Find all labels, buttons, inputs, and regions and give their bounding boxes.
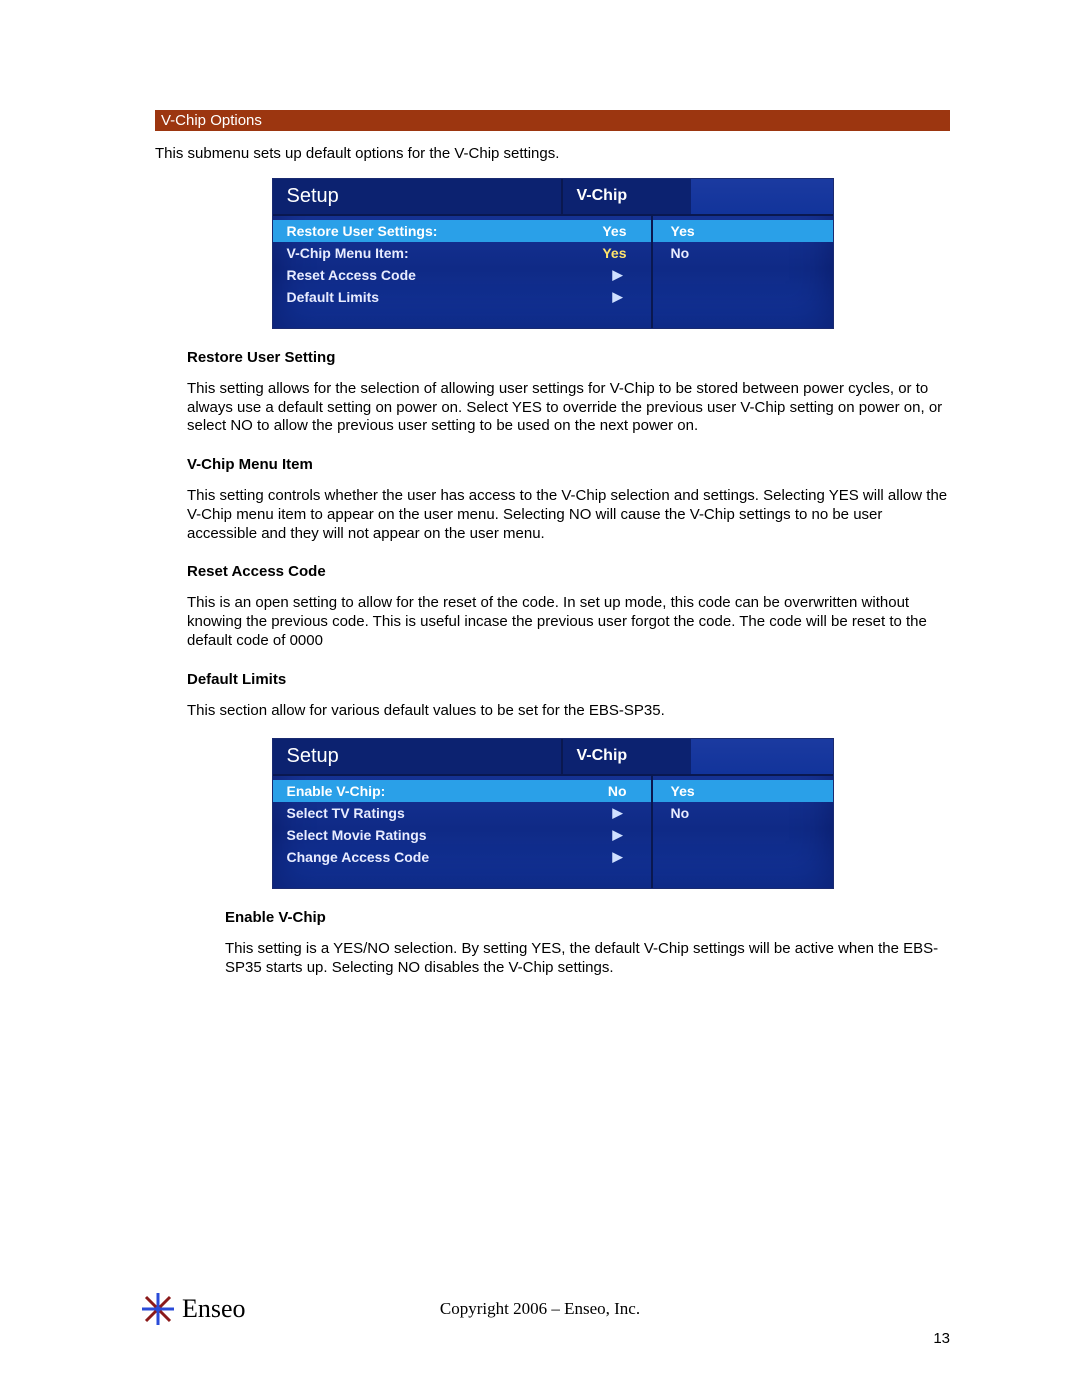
osd-menu-default-limits: Setup V-Chip Enable V-Chip:NoSelect TV R… <box>272 738 834 889</box>
copyright-text: Copyright 2006 – Enseo, Inc. <box>440 1299 640 1319</box>
reset-body: This is an open setting to allow for the… <box>187 594 950 650</box>
osd-row[interactable]: Default Limits ▶ <box>273 286 651 308</box>
osd-row-label: Select TV Ratings <box>287 805 405 821</box>
osd-setup-label: Setup <box>273 739 563 776</box>
osd-row-label: Change Access Code <box>287 849 430 865</box>
osd-rows-container: Restore User Settings:YesV-Chip Menu Ite… <box>273 216 653 328</box>
osd-spacer <box>691 179 833 216</box>
chevron-right-icon: ▶ <box>613 827 637 843</box>
osd-options-container: YesNo <box>653 216 833 328</box>
osd-row-label: Select Movie Ratings <box>287 827 427 843</box>
chevron-right-icon: ▶ <box>613 805 637 821</box>
osd-row-label: Default Limits <box>287 289 380 305</box>
osd-row-label: Restore User Settings: <box>287 223 438 239</box>
star-icon <box>140 1291 176 1327</box>
osd-row-value: No <box>608 783 637 799</box>
osd-option[interactable]: No <box>653 242 833 264</box>
osd-option[interactable]: No <box>653 802 833 824</box>
intro-text: This submenu sets up default options for… <box>155 145 950 164</box>
osd-option[interactable]: Yes <box>653 780 833 802</box>
osd-option[interactable]: Yes <box>653 220 833 242</box>
section-header: V-Chip Options <box>155 110 950 131</box>
page-footer: Enseo Copyright 2006 – Enseo, Inc. <box>0 1291 1080 1327</box>
osd-row[interactable]: Select TV Ratings ▶ <box>273 802 651 824</box>
chevron-right-icon: ▶ <box>613 849 637 865</box>
restore-heading: Restore User Setting <box>187 349 950 366</box>
logo-text: Enseo <box>182 1294 246 1324</box>
osd-row[interactable]: Reset Access Code ▶ <box>273 264 651 286</box>
osd-rows-container: Enable V-Chip:NoSelect TV Ratings▶Select… <box>273 776 653 888</box>
default-body: This section allow for various default v… <box>187 702 950 721</box>
vchipmenu-body: This setting controls whether the user h… <box>187 487 950 543</box>
company-logo: Enseo <box>140 1291 246 1327</box>
vchipmenu-heading: V-Chip Menu Item <box>187 456 950 473</box>
osd-row[interactable]: V-Chip Menu Item: Yes <box>273 242 651 264</box>
chevron-right-icon: ▶ <box>613 267 637 283</box>
osd-row-label: Enable V-Chip: <box>287 783 386 799</box>
osd-row-label: V-Chip Menu Item: <box>287 245 409 261</box>
osd-row-value: Yes <box>602 245 636 261</box>
osd-setup-label: Setup <box>273 179 563 216</box>
chevron-right-icon: ▶ <box>613 289 637 305</box>
osd-row[interactable]: Enable V-Chip: No <box>273 780 651 802</box>
osd-row[interactable]: Change Access Code ▶ <box>273 846 651 868</box>
enable-heading: Enable V-Chip <box>225 909 950 926</box>
osd-menu-vchip-options: Setup V-Chip Restore User Settings:YesV-… <box>272 178 834 329</box>
document-page: V-Chip Options This submenu sets up defa… <box>0 0 1080 1397</box>
osd-breadcrumb: V-Chip <box>563 179 691 216</box>
osd-row-label: Reset Access Code <box>287 267 416 283</box>
osd-row-value: Yes <box>602 223 636 239</box>
default-heading: Default Limits <box>187 671 950 688</box>
osd-spacer <box>691 739 833 776</box>
osd-row[interactable]: Restore User Settings: Yes <box>273 220 651 242</box>
osd-row[interactable]: Select Movie Ratings ▶ <box>273 824 651 846</box>
reset-heading: Reset Access Code <box>187 563 950 580</box>
restore-body: This setting allows for the selection of… <box>187 380 950 436</box>
enable-body: This setting is a YES/NO selection. By s… <box>225 940 950 978</box>
page-number: 13 <box>933 1330 950 1347</box>
osd-breadcrumb: V-Chip <box>563 739 691 776</box>
osd-options-container: YesNo <box>653 776 833 888</box>
